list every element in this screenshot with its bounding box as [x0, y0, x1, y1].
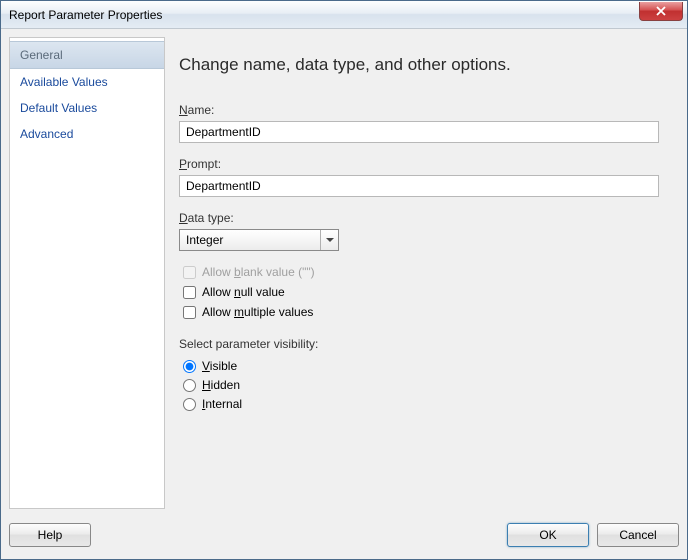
- visibility-visible-radio[interactable]: [183, 360, 196, 373]
- visibility-hidden-label: Hidden: [202, 378, 240, 392]
- name-label: Name:: [179, 103, 659, 117]
- footer-right: OK Cancel: [507, 523, 679, 547]
- visibility-internal-label: Internal: [202, 397, 242, 411]
- allow-null-checkbox[interactable]: [183, 286, 196, 299]
- allow-blank-checkbox: [183, 266, 196, 279]
- sidebar: General Available Values Default Values …: [9, 37, 165, 509]
- allow-multiple-label: Allow multiple values: [202, 305, 313, 319]
- datatype-select[interactable]: Integer: [179, 229, 339, 251]
- sidebar-item-label: Advanced: [20, 127, 73, 141]
- cancel-button[interactable]: Cancel: [597, 523, 679, 547]
- visibility-visible-row: Visible: [179, 359, 659, 373]
- main-area: General Available Values Default Values …: [9, 37, 679, 509]
- allow-blank-label: Allow blank value (""): [202, 265, 315, 279]
- datatype-label: Data type:: [179, 211, 659, 225]
- visibility-internal-radio[interactable]: [183, 398, 196, 411]
- close-icon: [656, 6, 666, 16]
- allow-null-row: Allow null value: [179, 285, 659, 299]
- sidebar-item-label: Available Values: [20, 75, 108, 89]
- visibility-visible-label: Visible: [202, 359, 237, 373]
- allow-blank-row: Allow blank value (""): [179, 265, 659, 279]
- dialog-body: General Available Values Default Values …: [1, 29, 687, 559]
- close-button[interactable]: [639, 2, 683, 21]
- titlebar-title: Report Parameter Properties: [9, 8, 162, 22]
- name-input[interactable]: [179, 121, 659, 143]
- ok-button[interactable]: OK: [507, 523, 589, 547]
- sidebar-item-label: Default Values: [20, 101, 97, 115]
- prompt-input[interactable]: [179, 175, 659, 197]
- page-title: Change name, data type, and other option…: [179, 55, 659, 75]
- datatype-select-wrap: Integer: [179, 229, 339, 251]
- visibility-section-label: Select parameter visibility:: [179, 337, 659, 351]
- prompt-label: Prompt:: [179, 157, 659, 171]
- footer: Help OK Cancel: [9, 519, 679, 551]
- sidebar-item-label: General: [20, 48, 63, 62]
- allow-null-label: Allow null value: [202, 285, 285, 299]
- sidebar-item-advanced[interactable]: Advanced: [10, 121, 164, 147]
- sidebar-item-available-values[interactable]: Available Values: [10, 69, 164, 95]
- content-panel: Change name, data type, and other option…: [175, 37, 679, 509]
- sidebar-item-default-values[interactable]: Default Values: [10, 95, 164, 121]
- titlebar[interactable]: Report Parameter Properties: [1, 1, 687, 29]
- help-button[interactable]: Help: [9, 523, 91, 547]
- allow-multiple-row: Allow multiple values: [179, 305, 659, 319]
- visibility-internal-row: Internal: [179, 397, 659, 411]
- allow-multiple-checkbox[interactable]: [183, 306, 196, 319]
- visibility-hidden-radio[interactable]: [183, 379, 196, 392]
- visibility-hidden-row: Hidden: [179, 378, 659, 392]
- dialog-window: Report Parameter Properties General Avai…: [0, 0, 688, 560]
- sidebar-item-general[interactable]: General: [10, 41, 164, 69]
